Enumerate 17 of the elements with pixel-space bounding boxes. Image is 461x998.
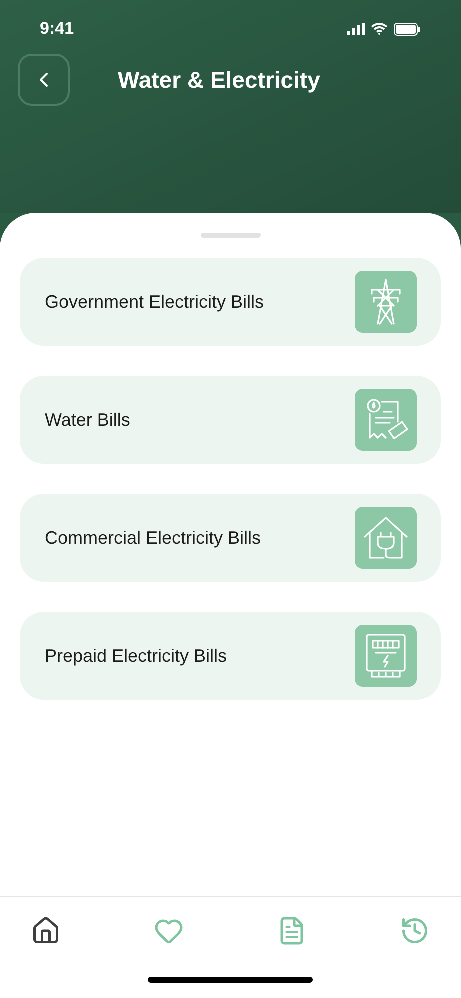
sheet-handle <box>200 233 260 238</box>
signal-icon <box>347 23 365 35</box>
wifi-icon <box>371 23 388 35</box>
electric-meter-icon <box>364 632 408 680</box>
house-plug-icon <box>362 515 410 561</box>
service-label: Government Electricity Bills <box>45 290 264 314</box>
back-button[interactable] <box>18 54 70 106</box>
battery-icon <box>394 22 421 36</box>
service-card[interactable]: Prepaid Electricity Bills <box>20 612 441 700</box>
service-label: Commercial Electricity Bills <box>45 526 262 550</box>
service-card[interactable]: Commercial Electricity Bills <box>20 494 441 582</box>
service-card[interactable]: Water Bills <box>20 376 441 464</box>
page-title: Water & Electricity <box>118 66 320 95</box>
status-time: 9:41 <box>40 18 74 40</box>
service-label: Water Bills <box>45 408 130 432</box>
service-label: Prepaid Electricity Bills <box>45 644 228 668</box>
service-card[interactable]: Government Electricity Bills <box>20 258 441 346</box>
